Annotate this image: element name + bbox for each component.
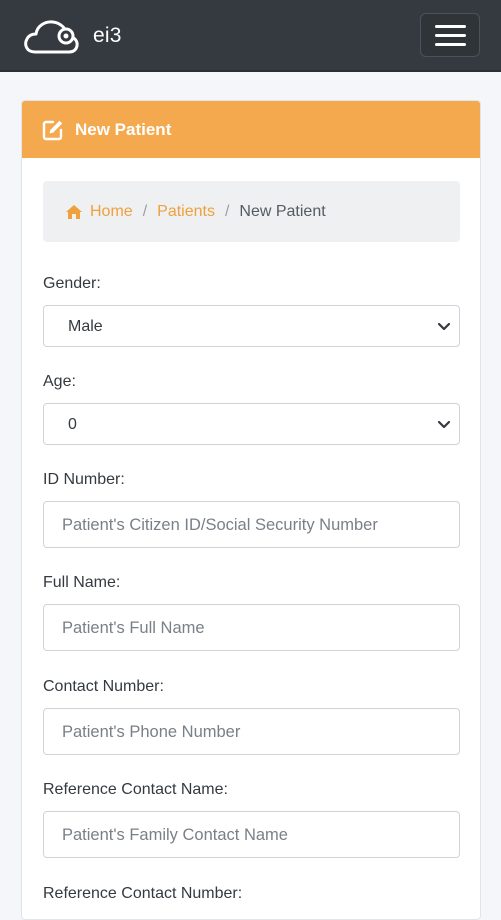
top-navbar: ei3 <box>0 0 501 72</box>
hamburger-menu-button[interactable] <box>420 13 480 57</box>
home-icon <box>65 204 83 220</box>
contact-number-label: Contact Number: <box>43 678 164 695</box>
id-number-placeholder: Patient's Citizen ID/Social Security Num… <box>62 516 378 534</box>
id-number-label: ID Number: <box>43 471 125 488</box>
reference-contact-name-input[interactable]: Patient's Family Contact Name <box>43 811 460 858</box>
full-name-placeholder: Patient's Full Name <box>62 619 205 637</box>
gender-label: Gender: <box>43 275 101 292</box>
age-value: 0 <box>68 416 77 433</box>
full-name-label: Full Name: <box>43 574 121 591</box>
reference-contact-number-label: Reference Contact Number: <box>43 885 243 902</box>
chevron-down-icon <box>437 320 451 338</box>
breadcrumb-patients-link[interactable]: Patients <box>157 203 215 221</box>
card-title: New Patient <box>75 119 172 139</box>
brand[interactable]: ei3 <box>21 14 122 58</box>
breadcrumb: Home / Patients / New Patient <box>43 181 460 242</box>
id-number-input[interactable]: Patient's Citizen ID/Social Security Num… <box>43 501 460 548</box>
full-name-input[interactable]: Patient's Full Name <box>43 604 460 651</box>
contact-number-placeholder: Patient's Phone Number <box>62 723 241 741</box>
breadcrumb-current: New Patient <box>239 202 326 220</box>
contact-number-input[interactable]: Patient's Phone Number <box>43 708 460 755</box>
reference-contact-name-label: Reference Contact Name: <box>43 781 228 798</box>
age-label: Age: <box>43 373 76 390</box>
cloud-icon <box>21 14 81 58</box>
card-header: New Patient <box>22 101 480 158</box>
hamburger-menu-icon <box>434 24 466 28</box>
age-select[interactable]: 0 <box>43 403 460 445</box>
app-title: ei3 <box>93 24 122 47</box>
gender-value: Male <box>68 318 103 335</box>
chevron-down-icon <box>437 418 451 436</box>
breadcrumb-separator: / <box>224 202 230 220</box>
new-patient-card: New Patient Home / Patients / New Patien… <box>21 100 481 920</box>
edit-icon <box>42 119 64 141</box>
reference-contact-name-placeholder: Patient's Family Contact Name <box>62 826 288 844</box>
breadcrumb-home-link[interactable]: Home <box>65 203 133 221</box>
breadcrumb-separator: / <box>142 202 148 220</box>
gender-select[interactable]: Male <box>43 305 460 347</box>
